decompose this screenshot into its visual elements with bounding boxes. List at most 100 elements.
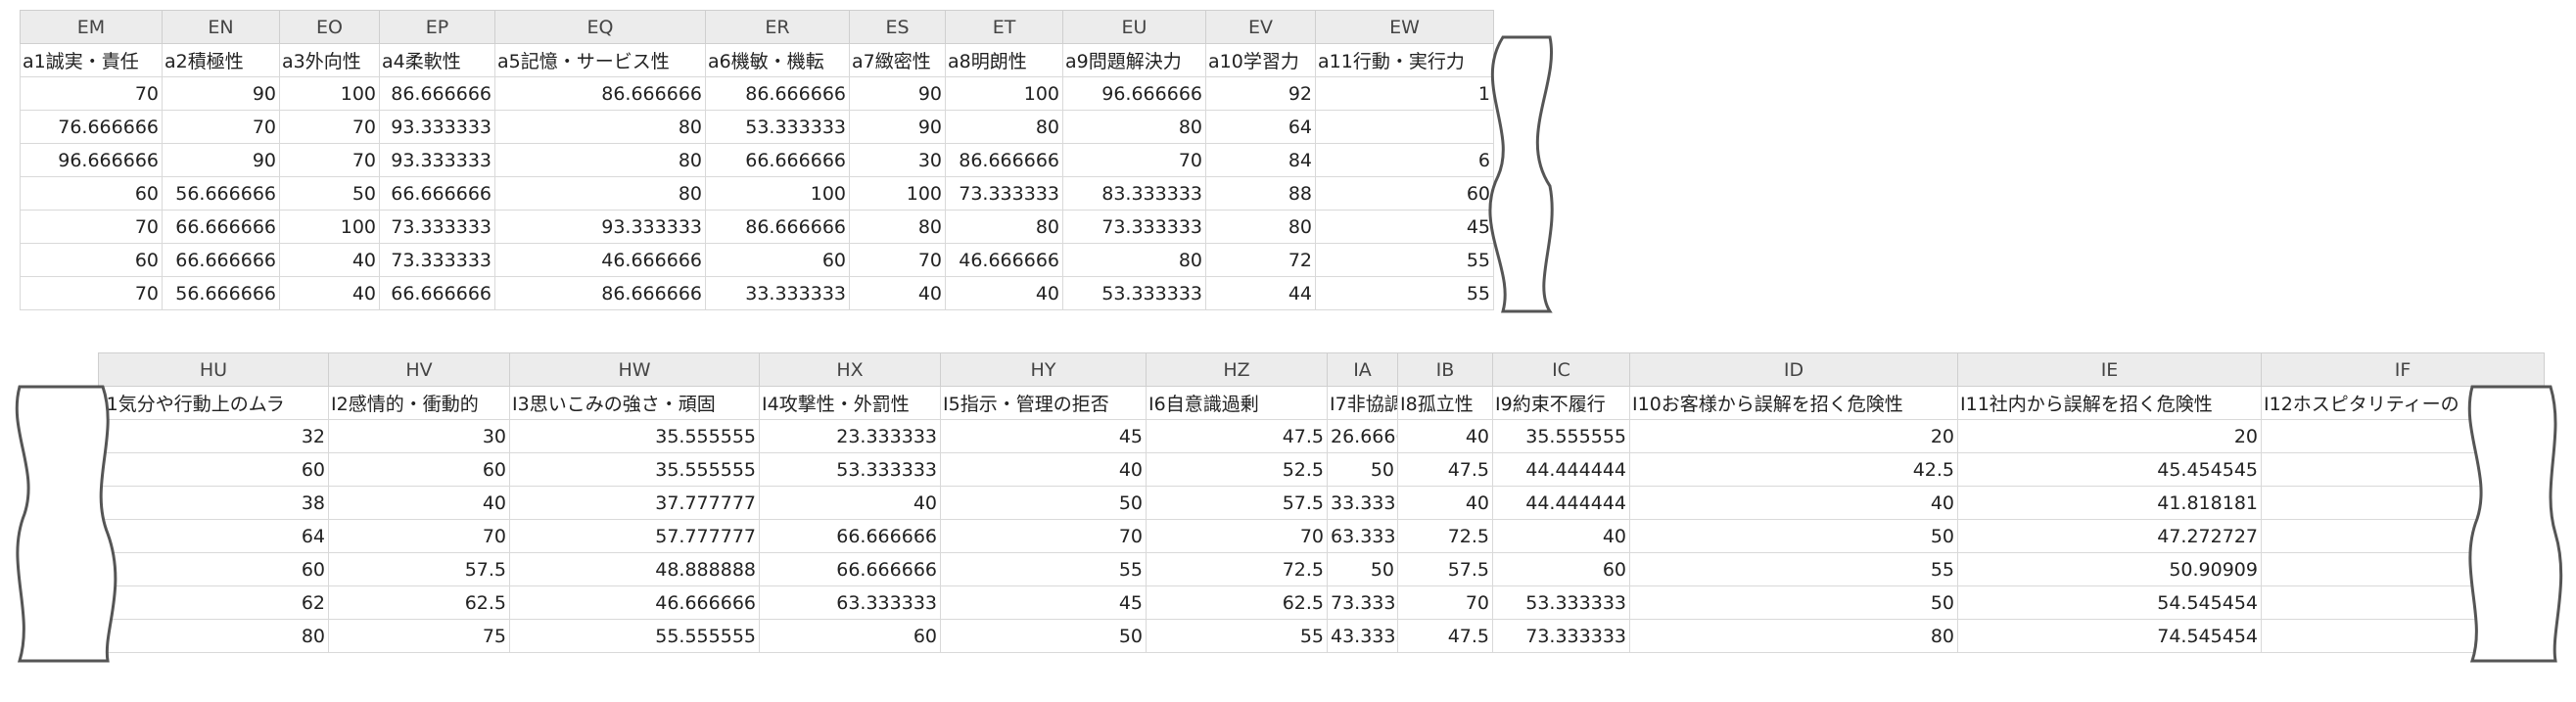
data-cell[interactable]: 93.333333 [379,143,495,177]
data-cell[interactable]: 80 [849,210,946,244]
data-cell[interactable]: 80 [1205,210,1316,244]
field-name-cell[interactable]: a9問題解決力 [1062,43,1206,77]
data-cell[interactable]: 70 [20,276,163,310]
data-cell[interactable]: 72.5 [1397,519,1493,553]
column-header-et[interactable]: ET [945,10,1063,44]
data-cell[interactable]: 45.454545 [1957,452,2262,487]
field-name-cell[interactable]: a8明朗性 [945,43,1063,77]
data-cell[interactable]: 66.666666 [759,519,941,553]
data-cell[interactable]: 60 [1492,552,1630,586]
data-cell[interactable]: 64 [1205,110,1316,144]
data-cell[interactable]: 60 [759,619,941,653]
data-cell[interactable]: 50 [1629,519,1958,553]
data-cell[interactable]: 53.333333 [1492,585,1630,620]
column-header-em[interactable]: EM [20,10,163,44]
data-cell[interactable]: 55.555555 [509,619,760,653]
data-cell[interactable]: 100 [705,176,850,211]
data-cell[interactable]: 23.333333 [759,419,941,453]
data-cell[interactable]: 80 [945,110,1063,144]
data-cell[interactable]: 70 [849,243,946,277]
data-cell[interactable]: 64 [98,519,329,553]
data-cell[interactable]: 60 [20,243,163,277]
data-cell[interactable]: 35.555555 [1492,419,1630,453]
column-header-hx[interactable]: HX [759,352,941,387]
data-cell[interactable]: 40 [279,276,380,310]
data-cell[interactable]: 80 [1062,243,1206,277]
data-cell[interactable]: 70 [940,519,1147,553]
data-cell[interactable]: 75 [328,619,510,653]
data-cell[interactable]: 72 [1205,243,1316,277]
field-name-cell[interactable]: a6機敏・機転 [705,43,850,77]
data-cell[interactable]: 66.666666 [162,210,280,244]
column-header-hy[interactable]: HY [940,352,1147,387]
data-cell[interactable]: 56.666666 [162,276,280,310]
data-cell[interactable]: 73.333333 [379,243,495,277]
column-header-eo[interactable]: EO [279,10,380,44]
data-cell[interactable]: 80 [1629,619,1958,653]
data-cell[interactable]: 66.666666 [162,243,280,277]
data-cell[interactable]: 52.5 [1146,452,1328,487]
data-cell[interactable]: 40 [759,486,941,520]
data-cell[interactable]: 74.545454 [1957,619,2262,653]
column-header-hu[interactable]: HU [98,352,329,387]
data-cell[interactable]: 70 [279,143,380,177]
data-cell[interactable]: 33.333333 [705,276,850,310]
data-cell[interactable]: 50 [1327,452,1398,487]
data-cell[interactable]: 86.666666 [494,76,706,111]
data-cell[interactable]: 40 [279,243,380,277]
data-cell[interactable]: 40 [328,486,510,520]
data-cell[interactable]: 70 [1146,519,1328,553]
data-cell[interactable]: 40 [849,276,946,310]
column-header-ev[interactable]: EV [1205,10,1316,44]
data-cell[interactable]: 46.666666 [945,243,1063,277]
data-cell[interactable]: 83.333333 [1062,176,1206,211]
data-cell[interactable]: 70 [1397,585,1493,620]
data-cell[interactable]: 80 [98,619,329,653]
column-header-ie[interactable]: IE [1957,352,2262,387]
data-cell[interactable]: 86.666666 [945,143,1063,177]
data-cell[interactable]: 46.666666 [494,243,706,277]
data-cell[interactable]: 60 [328,452,510,487]
data-cell[interactable]: 86.666666 [705,76,850,111]
data-cell[interactable]: 100 [849,176,946,211]
field-name-cell[interactable]: a4柔軟性 [379,43,495,77]
field-name-cell[interactable]: a1誠実・責任 [20,43,163,77]
data-cell[interactable]: 40 [1397,419,1493,453]
data-cell[interactable]: 43.333333 [1327,619,1398,653]
field-name-cell[interactable]: I11社内から誤解を招く危険性 [1957,386,2262,420]
data-cell[interactable]: 63.333333 [759,585,941,620]
data-cell[interactable]: 70 [20,76,163,111]
data-cell[interactable]: 20 [1629,419,1958,453]
column-header-hz[interactable]: HZ [1146,352,1328,387]
data-cell[interactable]: 90 [162,143,280,177]
data-cell[interactable]: 54.545454 [1957,585,2262,620]
data-cell[interactable]: 38 [98,486,329,520]
field-name-cell[interactable]: I9約束不履行 [1492,386,1630,420]
data-cell[interactable]: 47.5 [1146,419,1328,453]
data-cell[interactable]: 41.818181 [1957,486,2262,520]
data-cell[interactable]: 26.666666 [1327,419,1398,453]
data-cell[interactable]: 96.666666 [1062,76,1206,111]
field-name-cell[interactable]: I2感情的・衝動的 [328,386,510,420]
data-cell[interactable]: 96.666666 [20,143,163,177]
data-cell[interactable]: 73.333333 [945,176,1063,211]
data-cell[interactable]: 62.5 [1146,585,1328,620]
data-cell[interactable]: 93.333333 [379,110,495,144]
data-cell[interactable]: 66.666666 [379,176,495,211]
data-cell[interactable]: 73.333333 [379,210,495,244]
data-cell[interactable]: 70 [20,210,163,244]
data-cell[interactable]: 30 [849,143,946,177]
field-name-cell[interactable]: a7緻密性 [849,43,946,77]
field-name-cell[interactable]: a10学習力 [1205,43,1316,77]
data-cell[interactable]: 57.5 [1397,552,1493,586]
data-cell[interactable]: 73.333333 [1327,585,1398,620]
data-cell[interactable]: 90 [849,76,946,111]
data-cell[interactable]: 80 [945,210,1063,244]
data-cell[interactable]: 47.5 [1397,452,1493,487]
column-header-ic[interactable]: IC [1492,352,1630,387]
data-cell[interactable]: 40 [940,452,1147,487]
column-header-hw[interactable]: HW [509,352,760,387]
data-cell[interactable]: 62 [98,585,329,620]
column-header-ib[interactable]: IB [1397,352,1493,387]
column-header-id[interactable]: ID [1629,352,1958,387]
